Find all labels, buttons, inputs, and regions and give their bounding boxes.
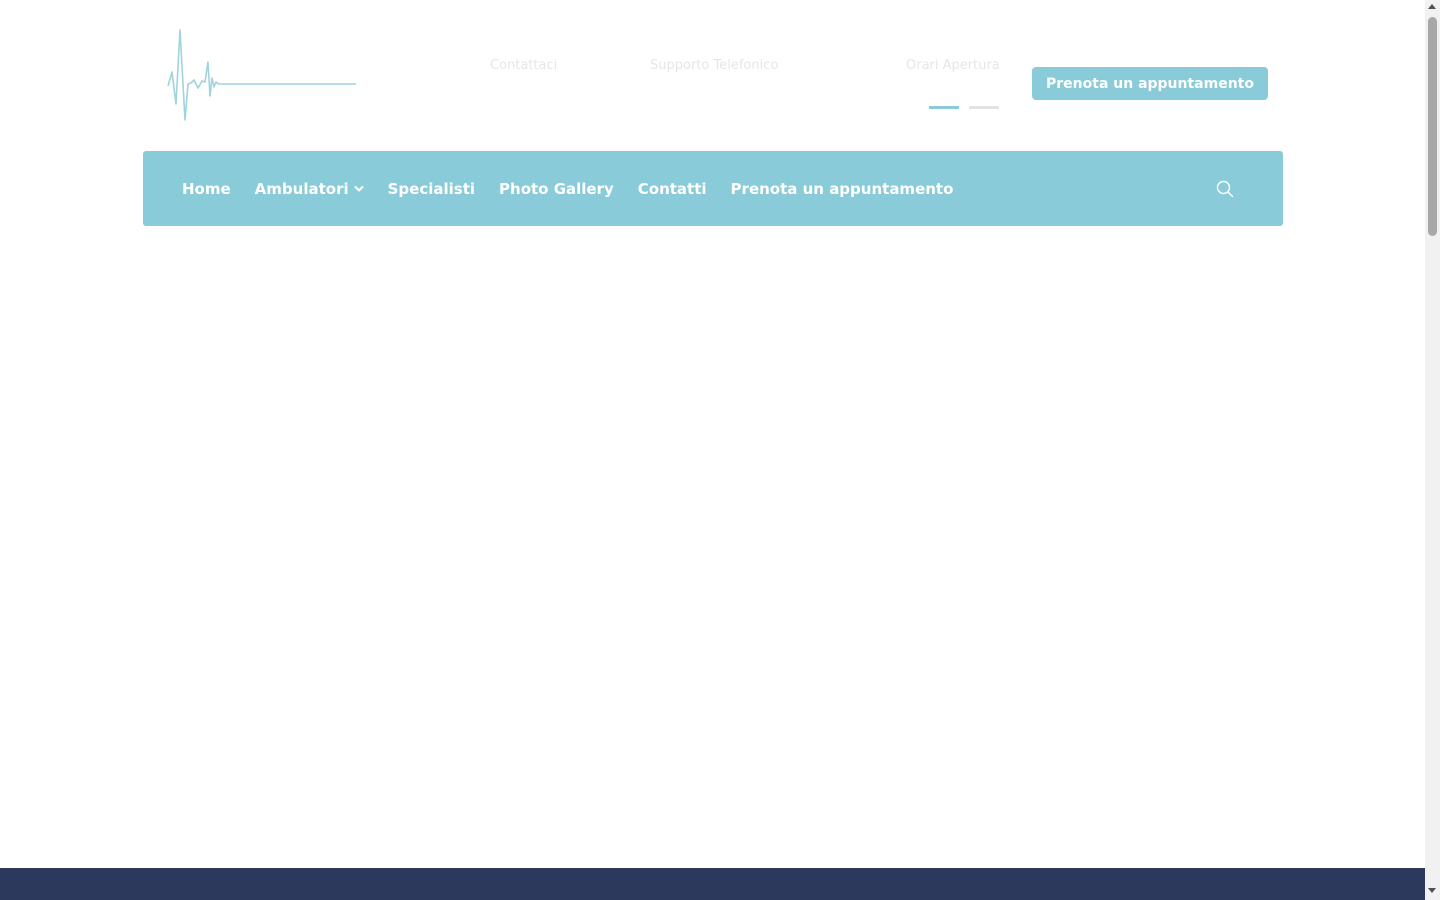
scroll-up-arrow-icon[interactable]: [1428, 4, 1436, 9]
nav-item-label: Specialisti: [387, 179, 476, 198]
book-appointment-button[interactable]: Prenota un appuntamento: [1032, 67, 1268, 100]
nav-item-prenota[interactable]: Prenota un appuntamento: [731, 180, 954, 198]
nav-item-label: Ambulatori: [254, 179, 349, 198]
nav-menu: Home Ambulatori Specialisti Photo Galler…: [182, 151, 977, 226]
nav-item-specialisti[interactable]: Specialisti: [388, 180, 475, 198]
page: Contattaci Supporto Telefonico Orari Ape…: [0, 0, 1425, 900]
main-navbar: Home Ambulatori Specialisti Photo Galler…: [143, 151, 1283, 226]
info-slider-dots: [929, 106, 999, 109]
nav-item-label: Photo Gallery: [499, 179, 614, 198]
page-scrollbar[interactable]: [1425, 0, 1440, 900]
slider-dot-2[interactable]: [969, 106, 999, 109]
nav-item-label: Contatti: [637, 179, 707, 198]
nav-item-ambulatori[interactable]: Ambulatori: [255, 180, 364, 198]
nav-item-contatti[interactable]: Contatti: [638, 180, 707, 198]
search-icon[interactable]: [1215, 179, 1235, 199]
nav-item-label: Home: [182, 179, 231, 198]
slider-dot-1[interactable]: [929, 106, 959, 109]
nav-item-photo-gallery[interactable]: Photo Gallery: [499, 180, 614, 198]
scroll-down-arrow-icon[interactable]: [1428, 888, 1436, 893]
scrollbar-thumb[interactable]: [1428, 17, 1437, 236]
contact-info-label: Contattaci: [490, 58, 558, 73]
chevron-down-icon: [354, 184, 364, 194]
heartbeat-logo-icon: [167, 29, 356, 121]
nav-item-home[interactable]: Home: [182, 180, 231, 198]
site-logo[interactable]: [165, 26, 360, 126]
footer-band: [0, 868, 1425, 900]
nav-item-label: Prenota un appuntamento: [730, 179, 954, 198]
opening-hours-label: Orari Apertura: [906, 58, 1000, 73]
phone-support-label: Supporto Telefonico: [650, 58, 779, 73]
